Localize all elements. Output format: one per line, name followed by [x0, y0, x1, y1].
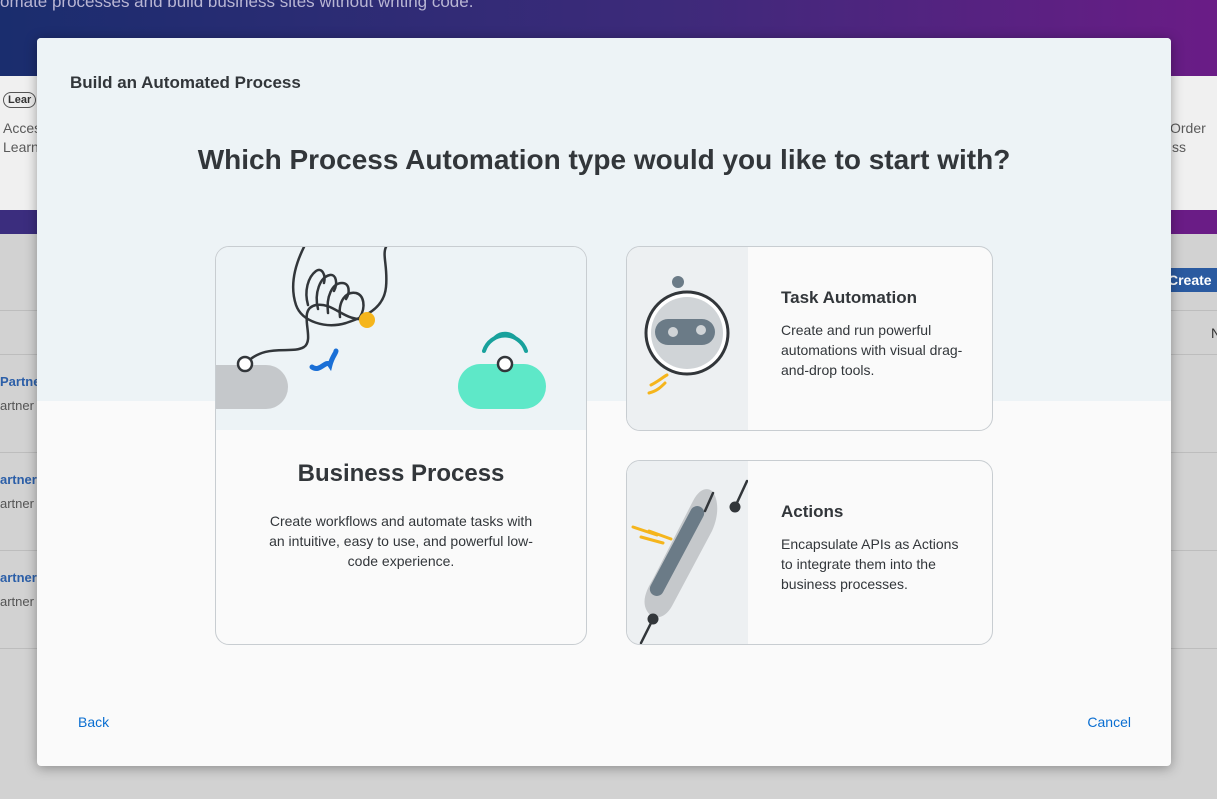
- back-button[interactable]: Back: [78, 714, 109, 730]
- background-pill-badge: Lear: [3, 92, 37, 108]
- api-connector-icon: [631, 479, 748, 644]
- background-row-sub: artner: [0, 594, 34, 609]
- task-automation-description: Create and run powerful automations with…: [781, 322, 963, 378]
- background-text: Learn: [3, 139, 39, 155]
- background-hero-text: omate processes and build business sites…: [0, 0, 474, 11]
- robot-head-icon: [644, 276, 730, 395]
- actions-description: Encapsulate APIs as Actions to integrate…: [781, 536, 959, 592]
- dialog-question: Which Process Automation type would you …: [197, 144, 1011, 175]
- cancel-button[interactable]: Cancel: [1087, 714, 1131, 730]
- hand-drag-illustration-icon: [216, 247, 546, 409]
- build-automated-process-dialog: Build an Automated Process Which Process…: [37, 38, 1171, 766]
- background-text: ss: [1172, 139, 1186, 155]
- task-automation-heading: Task Automation: [781, 288, 918, 307]
- business-process-description: Create workflows and automate tasks with…: [269, 513, 533, 569]
- background-row-link: Partne: [0, 374, 41, 389]
- business-process-heading: Business Process: [297, 460, 505, 487]
- background-text: Acces: [3, 120, 42, 136]
- background-row-link: artner: [0, 570, 37, 585]
- dialog-title: Build an Automated Process: [70, 73, 301, 92]
- background-text: N: [1211, 325, 1217, 341]
- background-row-sub: artner: [0, 398, 34, 413]
- actions-illustration: [627, 461, 748, 644]
- task-automation-card[interactable]: Task Automation Create and run powerful …: [626, 246, 993, 431]
- background-text: Order: [1170, 120, 1206, 136]
- actions-card[interactable]: Actions Encapsulate APIs as Actions to i…: [626, 460, 993, 645]
- task-automation-illustration: [627, 247, 748, 430]
- background-row-link: artner: [0, 472, 37, 487]
- actions-heading: Actions: [781, 502, 844, 521]
- business-process-card[interactable]: Business Process Create workflows and au…: [215, 246, 587, 645]
- background-row-sub: artner: [0, 496, 34, 511]
- business-process-illustration: [216, 247, 586, 430]
